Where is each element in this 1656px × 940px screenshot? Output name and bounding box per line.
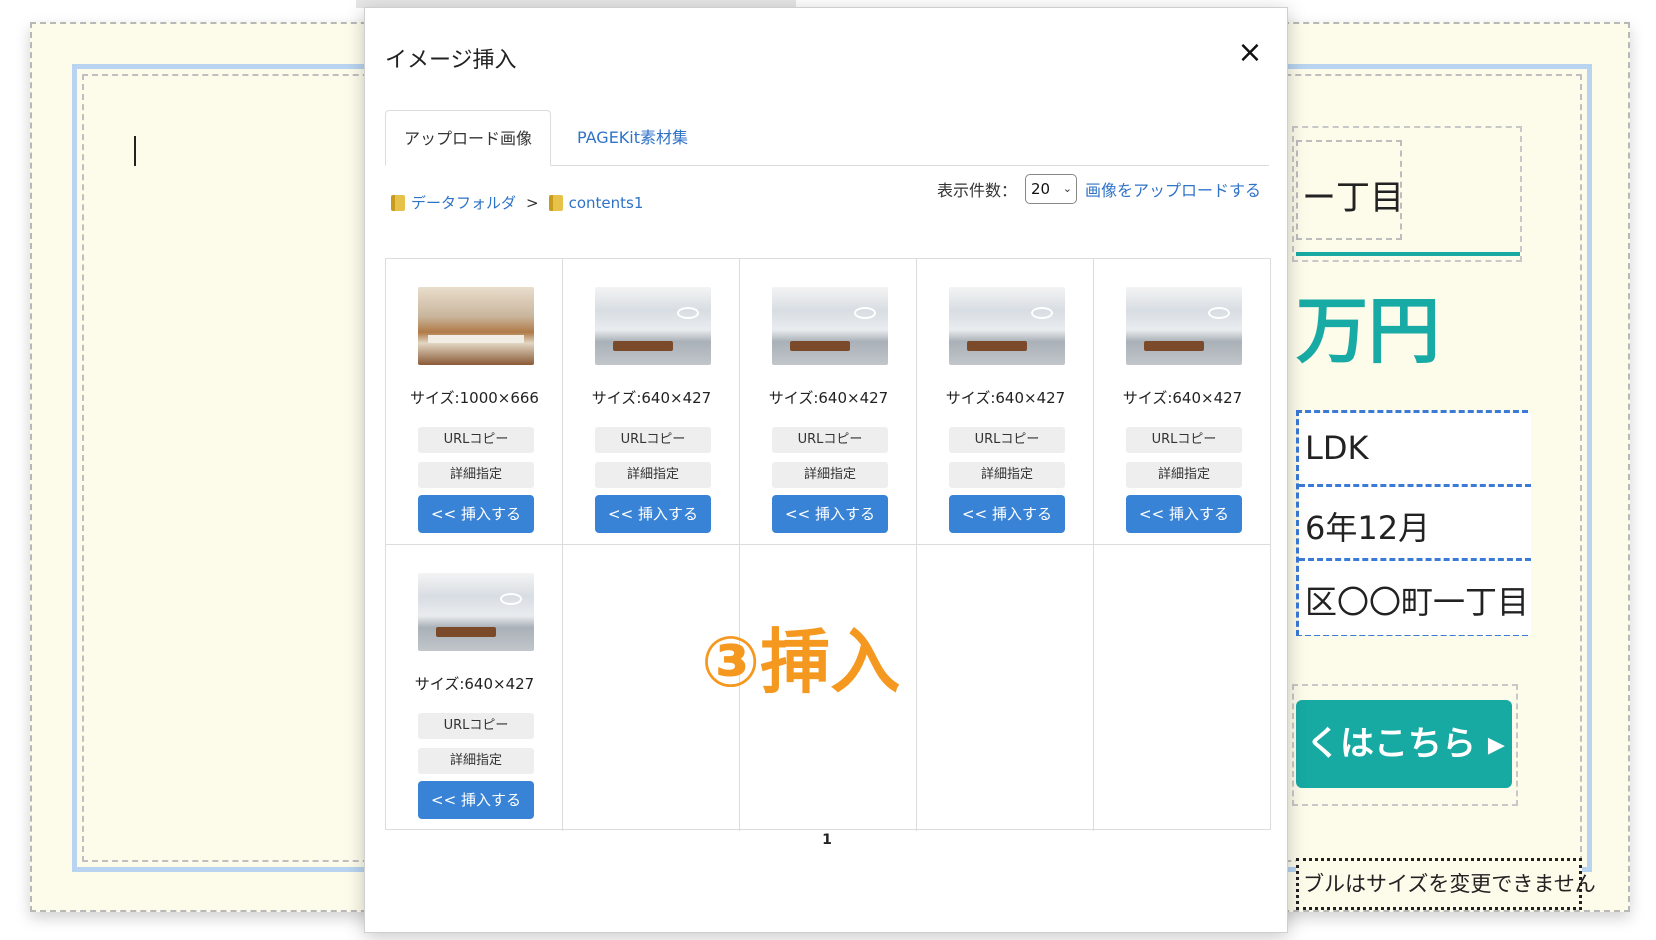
image-card: サイズ:640×427 URLコピー 詳細指定 << 挿入する	[386, 545, 563, 831]
kitchen-photo-thumbnail[interactable]	[418, 287, 534, 365]
insert-button[interactable]: << 挿入する	[772, 495, 888, 533]
empty-cell	[917, 545, 1094, 831]
office-photo-thumbnail[interactable]	[595, 287, 711, 365]
image-card: サイズ:640×427 URLコピー 詳細指定 << 挿入する	[740, 259, 917, 545]
per-page-value: 20	[1030, 180, 1051, 198]
info-cell: 6年12月	[1305, 509, 1431, 547]
detail-button[interactable]: 詳細指定	[1126, 462, 1242, 488]
tab-uploaded-images[interactable]: アップロード画像	[385, 110, 552, 166]
insert-button[interactable]: << 挿入する	[595, 495, 711, 533]
pagination-page[interactable]: 1	[365, 832, 1289, 848]
image-card: サイズ:1000×666 URLコピー 詳細指定 << 挿入する	[386, 259, 563, 545]
detail-button[interactable]: 詳細指定	[949, 462, 1065, 488]
info-row: 6年12月	[1299, 487, 1531, 561]
empty-cell	[1094, 545, 1271, 831]
info-cell: LDK	[1305, 429, 1369, 467]
folder-icon	[548, 194, 563, 211]
url-copy-button[interactable]: URLコピー	[595, 427, 711, 453]
image-card: サイズ:640×427 URLコピー 詳細指定 << 挿入する	[917, 259, 1094, 545]
office-photo-thumbnail[interactable]	[949, 287, 1065, 365]
insert-button[interactable]: << 挿入する	[418, 495, 534, 533]
per-page-select[interactable]: 20 ⌄	[1024, 174, 1077, 204]
text-cursor	[134, 136, 136, 166]
background-content: ー丁目 万円 LDK 6年12月 区〇〇町一丁目 くはこちら ▸ ブルはサイズを…	[1292, 0, 1656, 940]
breadcrumb-root-link[interactable]: データフォルダ	[411, 192, 516, 213]
info-cell: 区〇〇町一丁目	[1305, 583, 1530, 621]
image-card: サイズ:640×427 URLコピー 詳細指定 << 挿入する	[1094, 259, 1271, 545]
url-copy-button[interactable]: URLコピー	[418, 713, 534, 739]
per-page-label: 表示件数：	[936, 181, 1017, 200]
table-size-note: ブルはサイズを変更できません	[1296, 858, 1596, 910]
image-insert-modal: イメージ挿入 × アップロード画像 PAGEKit素材集 データフォルダ > c…	[364, 7, 1288, 933]
modal-tabs: アップロード画像 PAGEKit素材集	[385, 110, 1269, 166]
detail-button[interactable]: 詳細指定	[418, 748, 534, 774]
modal-title: イメージ挿入	[385, 48, 517, 73]
url-copy-button[interactable]: URLコピー	[772, 427, 888, 453]
tab-pagekit-assets[interactable]: PAGEKit素材集	[559, 110, 706, 166]
office-photo-thumbnail[interactable]	[772, 287, 888, 365]
office-photo-thumbnail[interactable]	[1126, 287, 1242, 365]
image-size: サイズ:1000×666	[410, 389, 539, 407]
close-icon[interactable]: ×	[1235, 38, 1265, 68]
url-copy-button[interactable]: URLコピー	[949, 427, 1065, 453]
image-card: サイズ:640×427 URLコピー 詳細指定 << 挿入する	[563, 259, 740, 545]
image-size: サイズ:640×427	[414, 675, 535, 693]
address-underline	[1296, 252, 1520, 256]
image-grid: サイズ:1000×666 URLコピー 詳細指定 << 挿入する サイズ:640…	[385, 258, 1271, 831]
cta-button: くはこちら ▸	[1296, 700, 1512, 788]
breadcrumb-separator: >	[526, 193, 539, 212]
image-size: サイズ:640×427	[768, 389, 889, 407]
image-size: サイズ:640×427	[591, 389, 712, 407]
upload-image-link[interactable]: 画像をアップロードする	[1085, 177, 1261, 201]
folder-icon	[391, 194, 405, 211]
detail-button[interactable]: 詳細指定	[772, 462, 888, 488]
price-text: 万円	[1296, 289, 1441, 373]
image-size: サイズ:640×427	[945, 389, 1066, 407]
image-size: サイズ:640×427	[1122, 389, 1243, 407]
breadcrumb: データフォルダ > contents1	[391, 192, 643, 213]
chevron-down-icon: ⌄	[1062, 182, 1072, 195]
info-row: 区〇〇町一丁目	[1299, 561, 1531, 635]
breadcrumb-current-link[interactable]: contents1	[569, 194, 644, 212]
url-copy-button[interactable]: URLコピー	[1126, 427, 1242, 453]
detail-button[interactable]: 詳細指定	[418, 462, 534, 488]
info-table: LDK 6年12月 区〇〇町一丁目	[1296, 410, 1531, 636]
address-text: ー丁目	[1302, 178, 1404, 218]
url-copy-button[interactable]: URLコピー	[418, 427, 534, 453]
insert-button[interactable]: << 挿入する	[418, 781, 534, 819]
list-controls: 表示件数： 20 ⌄ 画像をアップロードする	[937, 174, 1261, 204]
insert-button[interactable]: << 挿入する	[949, 495, 1065, 533]
step-annotation: ③挿入	[701, 621, 901, 703]
office-photo-thumbnail[interactable]	[418, 573, 534, 651]
info-row: LDK	[1299, 413, 1531, 487]
detail-button[interactable]: 詳細指定	[595, 462, 711, 488]
insert-button[interactable]: << 挿入する	[1126, 495, 1242, 533]
